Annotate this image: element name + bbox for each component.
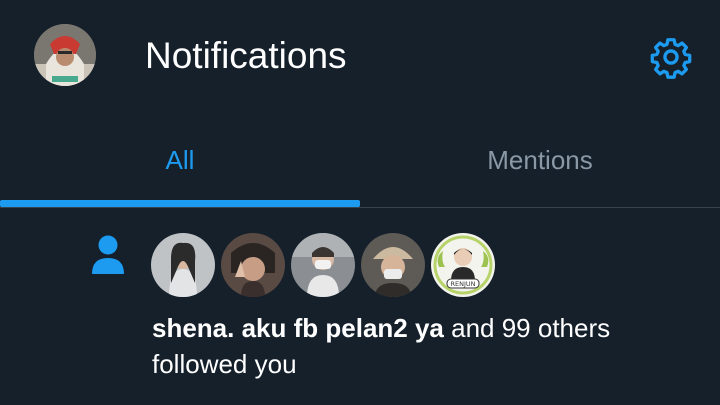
avatar-badge-text: RENJUN (450, 280, 475, 288)
follower-avatar-5[interactable]: RENJUN (431, 233, 495, 297)
header: Notifications (0, 0, 720, 112)
page-title: Notifications (145, 35, 347, 76)
tab-bar: All Mentions (0, 112, 720, 208)
notification-action: followed you (152, 349, 297, 379)
active-tab-indicator (0, 200, 360, 207)
profile-avatar[interactable] (34, 24, 96, 86)
settings-button[interactable] (648, 34, 694, 80)
person-icon (92, 235, 124, 274)
follower-avatar-3[interactable] (291, 233, 355, 297)
notification-summary: and 99 others (443, 313, 611, 343)
gear-icon (650, 38, 692, 79)
follower-avatar-2[interactable] (221, 233, 285, 297)
tab-all[interactable]: All (0, 112, 360, 208)
follower-avatar-4[interactable] (361, 233, 425, 297)
notification-text: shena. aku fb pelan2 ya and 99 others fo… (152, 310, 692, 382)
follower-name[interactable]: shena. aku fb pelan2 ya (152, 313, 444, 343)
follower-avatar-1[interactable] (151, 233, 215, 297)
tab-mentions[interactable]: Mentions (360, 112, 720, 208)
